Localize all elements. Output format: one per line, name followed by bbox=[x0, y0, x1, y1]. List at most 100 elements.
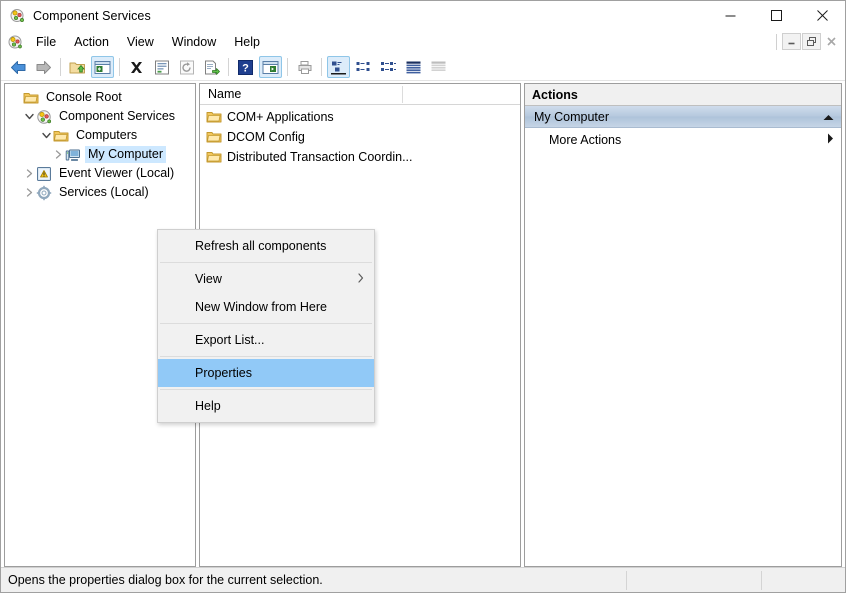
back-icon[interactable] bbox=[7, 56, 30, 78]
properties-icon[interactable] bbox=[150, 56, 173, 78]
twisty-collapsed-icon[interactable] bbox=[22, 188, 36, 197]
toolbar: ? bbox=[1, 54, 845, 81]
event-viewer-icon bbox=[36, 166, 52, 182]
context-menu-item-label: Help bbox=[195, 399, 221, 413]
context-menu-separator bbox=[160, 262, 372, 263]
divider bbox=[119, 58, 120, 76]
twisty-expanded-icon[interactable] bbox=[22, 112, 36, 121]
help-icon[interactable]: ? bbox=[234, 56, 257, 78]
chevron-up-icon[interactable] bbox=[823, 110, 834, 124]
divider bbox=[60, 58, 61, 76]
menu-file[interactable]: File bbox=[27, 31, 65, 53]
component-services-icon bbox=[36, 109, 52, 125]
tree-item-my-computer[interactable]: My Computer bbox=[5, 145, 195, 164]
mdi-restore-button[interactable] bbox=[802, 33, 821, 50]
menu-help[interactable]: Help bbox=[225, 31, 269, 53]
tree-item-console-root[interactable]: Console Root bbox=[5, 88, 195, 107]
context-menu-separator bbox=[160, 323, 372, 324]
actions-group-label: My Computer bbox=[534, 109, 610, 124]
window-title: Component Services bbox=[33, 8, 151, 23]
context-menu-item-view[interactable]: View bbox=[158, 265, 374, 293]
context-menu-item-new-window-from-here[interactable]: New Window from Here bbox=[158, 293, 374, 321]
tree-item-services[interactable]: Services (Local) bbox=[5, 183, 195, 202]
context-menu-separator bbox=[160, 356, 372, 357]
minimize-button[interactable] bbox=[707, 1, 753, 30]
main-content: Console Root Component Services Computer… bbox=[1, 81, 845, 567]
tree-item-label: Component Services bbox=[59, 109, 176, 123]
divider bbox=[321, 58, 322, 76]
list-header: Name bbox=[200, 84, 520, 105]
actions-pane: Actions My Computer More Actions bbox=[524, 83, 842, 567]
menu-action[interactable]: Action bbox=[65, 31, 118, 53]
mdi-window-controls bbox=[776, 33, 841, 50]
component-services-icon bbox=[9, 8, 25, 24]
actions-item-more-actions[interactable]: More Actions bbox=[525, 128, 841, 151]
context-menu-separator bbox=[160, 389, 372, 390]
column-header-name[interactable]: Name bbox=[200, 87, 241, 101]
folder-icon bbox=[23, 90, 39, 106]
list-item-label: Distributed Transaction Coordin... bbox=[227, 150, 413, 164]
svg-text:?: ? bbox=[242, 62, 249, 74]
print-icon bbox=[293, 56, 316, 78]
chevron-right-icon bbox=[358, 272, 364, 286]
title-bar: Component Services bbox=[1, 1, 845, 30]
menu-bar: File Action View Window Help bbox=[1, 30, 845, 54]
tree-item-label: Event Viewer (Local) bbox=[59, 166, 175, 180]
twisty-collapsed-icon[interactable] bbox=[22, 169, 36, 178]
export-list-icon[interactable] bbox=[200, 56, 223, 78]
divider bbox=[228, 58, 229, 76]
context-menu-item-help[interactable]: Help bbox=[158, 392, 374, 420]
new-window-icon[interactable] bbox=[259, 56, 282, 78]
close-button[interactable] bbox=[799, 1, 845, 30]
actions-item-label: More Actions bbox=[549, 132, 622, 147]
component-services-icon bbox=[7, 34, 23, 50]
divider bbox=[626, 571, 627, 590]
divider bbox=[761, 571, 762, 590]
folder-icon bbox=[206, 149, 222, 165]
chevron-right-icon[interactable] bbox=[827, 133, 834, 147]
mdi-close-button[interactable] bbox=[822, 33, 841, 50]
list-item-label: DCOM Config bbox=[227, 130, 305, 144]
menu-window[interactable]: Window bbox=[163, 31, 225, 53]
folder-icon bbox=[206, 109, 222, 125]
tree-item-label: Computers bbox=[76, 128, 138, 142]
actions-group-my-computer[interactable]: My Computer bbox=[525, 106, 841, 128]
context-menu-item-properties[interactable]: Properties bbox=[158, 359, 374, 387]
delete-icon[interactable] bbox=[125, 56, 148, 78]
view-extra-icon bbox=[427, 56, 450, 78]
twisty-collapsed-icon[interactable] bbox=[51, 150, 65, 159]
divider bbox=[287, 58, 288, 76]
mdi-minimize-button[interactable] bbox=[782, 33, 801, 50]
context-menu-item-label: Export List... bbox=[195, 333, 265, 347]
actions-header: Actions bbox=[525, 84, 841, 106]
list-item-label: COM+ Applications bbox=[227, 110, 334, 124]
view-large-icons-icon[interactable] bbox=[327, 56, 350, 78]
tree-item-label: Console Root bbox=[46, 90, 122, 104]
list-item[interactable]: DCOM Config bbox=[200, 127, 520, 147]
column-divider[interactable] bbox=[402, 86, 403, 103]
computer-icon bbox=[65, 147, 81, 163]
forward-icon[interactable] bbox=[32, 56, 55, 78]
list-item[interactable]: COM+ Applications bbox=[200, 107, 520, 127]
view-details-icon[interactable] bbox=[402, 56, 425, 78]
menu-view[interactable]: View bbox=[118, 31, 163, 53]
divider bbox=[776, 33, 777, 50]
console-tree: Console Root Component Services Computer… bbox=[5, 84, 195, 202]
context-menu: Refresh all components View New Window f… bbox=[157, 229, 375, 423]
status-bar: Opens the properties dialog box for the … bbox=[1, 567, 845, 592]
context-menu-item-export-list[interactable]: Export List... bbox=[158, 326, 374, 354]
tree-item-component-services[interactable]: Component Services bbox=[5, 107, 195, 126]
tree-item-label: Services (Local) bbox=[59, 185, 149, 199]
view-small-icons-icon[interactable] bbox=[352, 56, 375, 78]
maximize-button[interactable] bbox=[753, 1, 799, 30]
context-menu-item-label: Properties bbox=[195, 366, 252, 380]
show-hide-console-tree-icon[interactable] bbox=[91, 56, 114, 78]
tree-item-computers[interactable]: Computers bbox=[5, 126, 195, 145]
context-menu-item-refresh-all-components[interactable]: Refresh all components bbox=[158, 232, 374, 260]
twisty-expanded-icon[interactable] bbox=[39, 131, 53, 140]
refresh-icon bbox=[175, 56, 198, 78]
tree-item-event-viewer[interactable]: Event Viewer (Local) bbox=[5, 164, 195, 183]
list-item[interactable]: Distributed Transaction Coordin... bbox=[200, 147, 520, 167]
up-one-level-icon[interactable] bbox=[66, 56, 89, 78]
view-list-icon[interactable] bbox=[377, 56, 400, 78]
